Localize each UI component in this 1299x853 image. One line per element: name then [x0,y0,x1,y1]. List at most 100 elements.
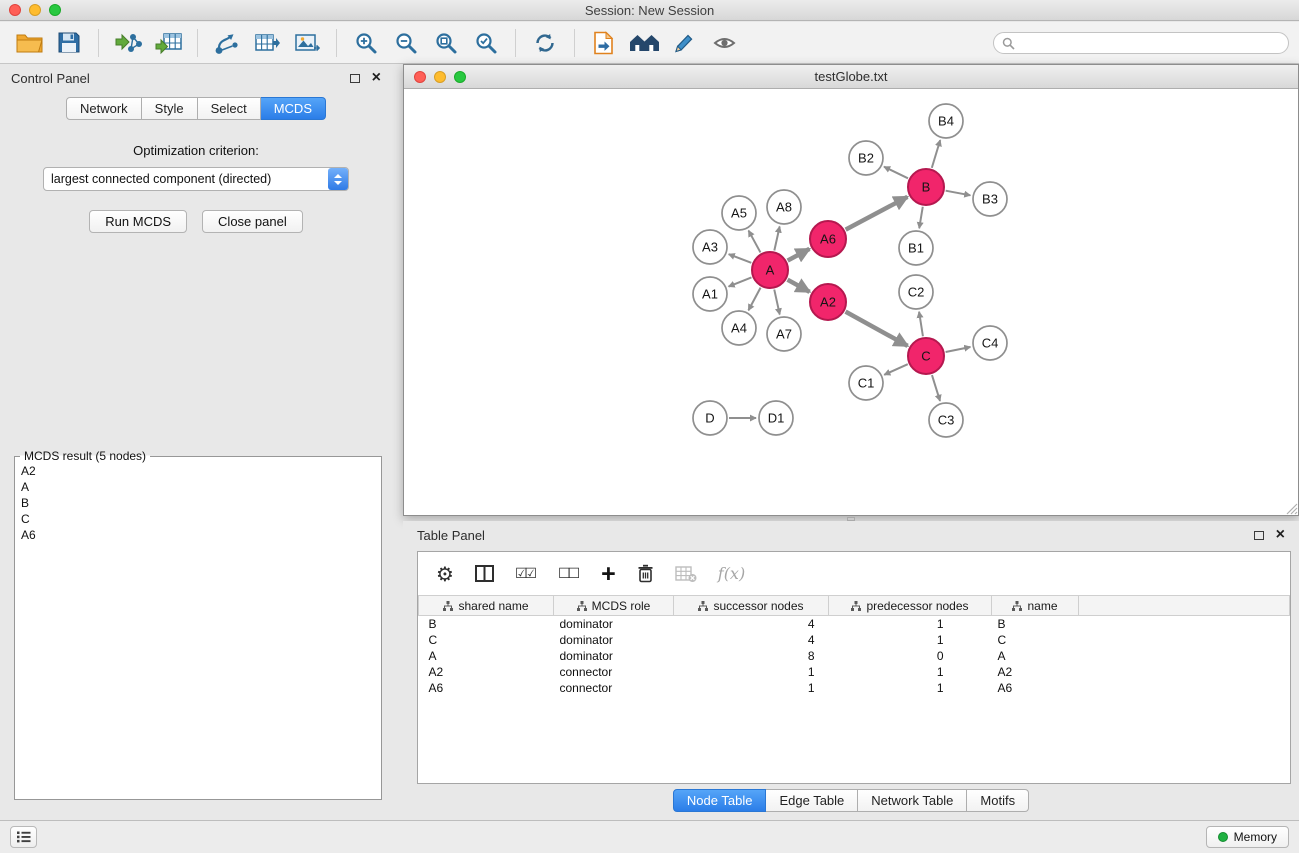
refresh-layout-button[interactable] [526,26,564,60]
table-row[interactable]: A2 connector 1 1 A2 [419,664,1290,680]
table-row[interactable]: C dominator 4 1 C [419,632,1290,648]
show-columns-button[interactable] [475,565,494,582]
graph-edge-A-A3[interactable] [729,254,752,263]
graph-node-C3[interactable]: C3 [929,403,963,437]
search-input[interactable] [993,32,1289,54]
graph-edge-A-A1[interactable] [729,277,752,286]
show-graphics-details-button[interactable] [705,26,743,60]
memory-button[interactable]: Memory [1206,826,1289,848]
graph-node-A1[interactable]: A1 [693,277,727,311]
graph-node-C2[interactable]: C2 [899,275,933,309]
close-window-button[interactable] [9,4,21,16]
graph-node-B4[interactable]: B4 [929,104,963,138]
mcds-result-item[interactable]: B [21,495,375,511]
graph-node-A4[interactable]: A4 [722,311,756,345]
zoom-out-button[interactable] [387,26,425,60]
graph-edge-B-B3[interactable] [946,191,971,196]
graph-node-A8[interactable]: A8 [767,190,801,224]
delete-table-button[interactable] [675,565,697,583]
graph-edge-A-A2[interactable] [788,280,810,292]
graph-edge-C-C2[interactable] [919,312,923,336]
tab-motifs[interactable]: Motifs [967,789,1029,812]
graph-edge-B-B4[interactable] [932,140,940,168]
tab-network[interactable]: Network [66,97,142,120]
column-header-predecessor-nodes[interactable]: predecessor nodes [829,596,992,616]
zoom-in-button[interactable] [347,26,385,60]
table-settings-button[interactable]: ⚙ [436,562,454,586]
zoom-selected-button[interactable] [467,26,505,60]
graph-edge-B-B1[interactable] [919,207,923,229]
graph-node-A3[interactable]: A3 [693,230,727,264]
close-panel-button[interactable]: Close panel [202,210,303,233]
tab-mcds[interactable]: MCDS [261,97,326,120]
graph-node-B3[interactable]: B3 [973,182,1007,216]
tab-node-table[interactable]: Node Table [673,789,767,812]
graph-node-B1[interactable]: B1 [899,231,933,265]
graph-edge-C-C3[interactable] [932,375,940,401]
delete-column-button[interactable] [637,564,654,583]
add-column-button[interactable]: + [601,564,616,584]
function-builder-button[interactable]: f(x) [718,564,745,583]
run-mcds-button[interactable]: Run MCDS [89,210,187,233]
first-neighbors-button[interactable] [625,26,663,60]
graph-edge-A2-C[interactable] [846,312,908,346]
annotation-button[interactable] [665,26,703,60]
fullscreen-window-button[interactable] [49,4,61,16]
mcds-result-item[interactable]: A [21,479,375,495]
column-header-name[interactable]: name [992,596,1079,616]
zoom-fit-button[interactable] [427,26,465,60]
graph-node-A2[interactable]: A2 [810,284,846,320]
graph-edge-A-A6[interactable] [788,249,810,261]
graph-node-A7[interactable]: A7 [767,317,801,351]
graph-node-C1[interactable]: C1 [849,366,883,400]
float-panel-icon[interactable] [350,74,360,83]
import-file-button[interactable] [585,26,623,60]
graph-node-C4[interactable]: C4 [973,326,1007,360]
mcds-result-item[interactable]: A2 [21,463,375,479]
save-session-button[interactable] [50,26,88,60]
export-network-button[interactable] [208,26,246,60]
import-network-button[interactable] [109,26,147,60]
graph-edge-A-A4[interactable] [748,288,760,311]
graph-edge-C-C4[interactable] [946,347,971,352]
graph-edge-C-C1[interactable] [884,364,908,375]
tab-edge-table[interactable]: Edge Table [766,789,858,812]
column-header-successor-nodes[interactable]: successor nodes [674,596,829,616]
graph-node-C[interactable]: C [908,338,944,374]
mcds-result-item[interactable]: C [21,511,375,527]
import-table-button[interactable] [149,26,187,60]
graph-node-A6[interactable]: A6 [810,221,846,257]
graph-node-A5[interactable]: A5 [722,196,756,230]
graph-edge-A-A7[interactable] [774,290,779,315]
resize-grip-icon[interactable] [1285,502,1298,515]
export-image-button[interactable] [288,26,326,60]
column-header-mcds-role[interactable]: MCDS role [554,596,674,616]
tab-style[interactable]: Style [142,97,198,120]
graph-node-B2[interactable]: B2 [849,141,883,175]
minimize-window-button[interactable] [29,4,41,16]
tab-select[interactable]: Select [198,97,261,120]
table-row[interactable]: A dominator 8 0 A [419,648,1290,664]
open-session-button[interactable] [10,26,48,60]
mcds-result-item[interactable]: A6 [21,527,375,543]
network-graph[interactable]: AA1A2A3A4A5A6A7A8BB1B2B3B4CC1C2C3C4DD1 [404,89,1298,515]
column-header-shared-name[interactable]: shared name [419,596,554,616]
export-table-button[interactable] [248,26,286,60]
zoom-network-window-button[interactable] [454,71,466,83]
table-row[interactable]: B dominator 4 1 B [419,616,1290,632]
criterion-dropdown[interactable]: largest connected component (directed) [43,167,349,191]
graph-edge-A6-B[interactable] [846,197,908,230]
table-row[interactable]: A6 connector 1 1 A6 [419,680,1290,696]
float-table-panel-icon[interactable] [1254,531,1264,540]
graph-edge-A-A5[interactable] [749,231,761,253]
deselect-all-columns-button[interactable]: ☐☐ [558,566,580,582]
graph-edge-A-A8[interactable] [774,227,779,251]
network-canvas[interactable]: AA1A2A3A4A5A6A7A8BB1B2B3B4CC1C2C3C4DD1 [404,89,1298,515]
minimize-network-window-button[interactable] [434,71,446,83]
graph-node-B[interactable]: B [908,169,944,205]
close-network-window-button[interactable] [414,71,426,83]
graph-node-D1[interactable]: D1 [759,401,793,435]
show-panel-button[interactable] [10,826,37,848]
tab-network-table[interactable]: Network Table [858,789,967,812]
close-table-panel-icon[interactable]: × [1276,529,1285,541]
